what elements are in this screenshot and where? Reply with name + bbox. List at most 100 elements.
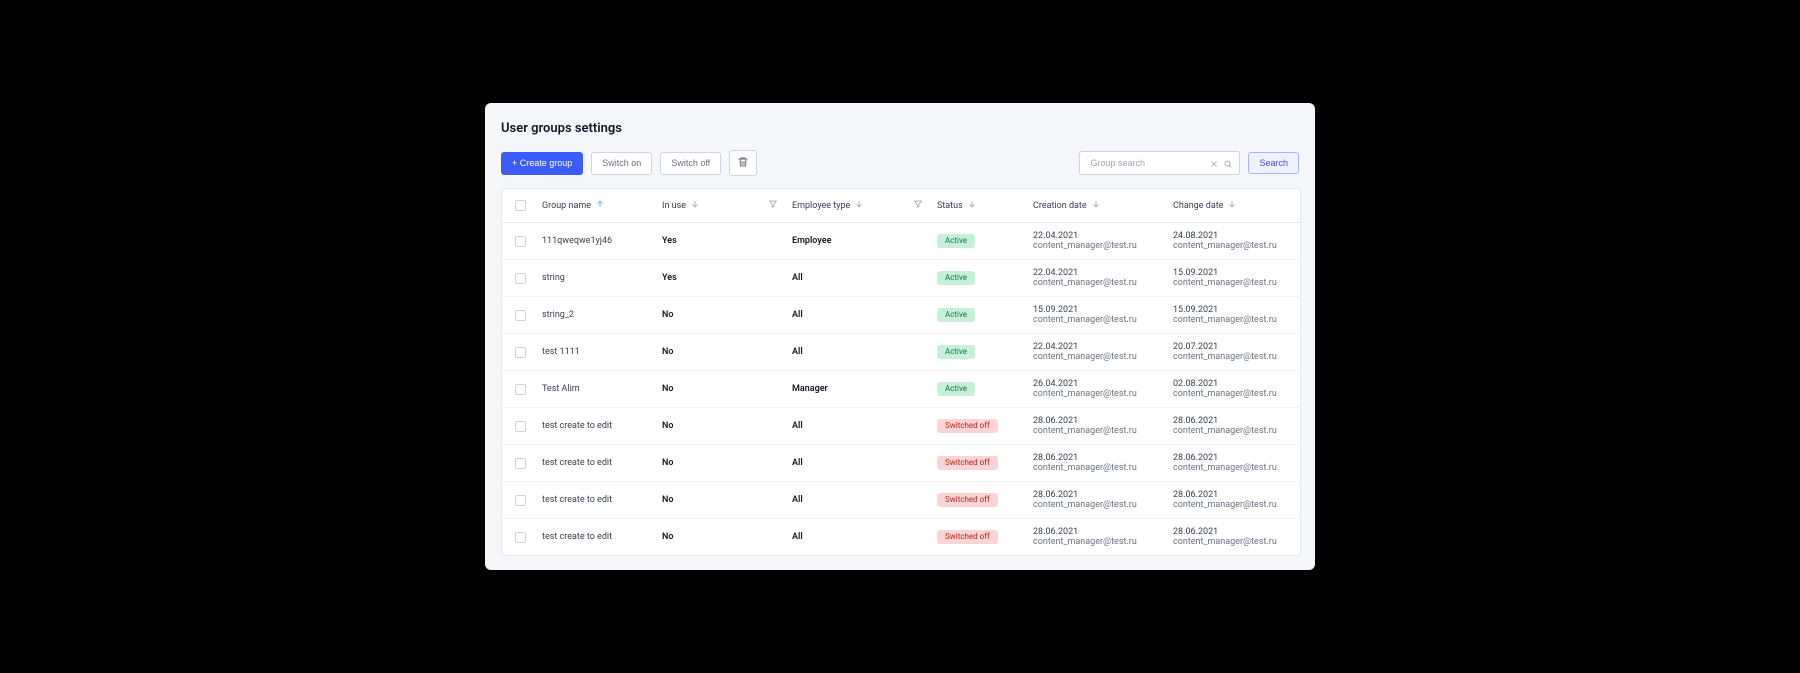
switch-on-button[interactable]: Switch on <box>591 152 652 175</box>
cell-employee-type: All <box>788 266 933 290</box>
cell-status: Switched off <box>933 412 1029 440</box>
search-input[interactable] <box>1088 157 1209 169</box>
sort-icon <box>1091 199 1101 212</box>
cell-group-name: test create to edit <box>538 451 658 475</box>
change-date-value: 02.08.2021 <box>1173 379 1295 389</box>
table-row[interactable]: 111qweqwe1yj46YesEmployeeActive22.04.202… <box>502 223 1300 260</box>
row-checkbox[interactable] <box>515 532 526 543</box>
table-row[interactable]: test create to editNoAllSwitched off28.0… <box>502 445 1300 482</box>
cell-employee-type: All <box>788 525 933 549</box>
cell-in-use: No <box>658 377 788 401</box>
cell-group-name: string <box>538 266 658 290</box>
table-row[interactable]: test create to editNoAllSwitched off28.0… <box>502 482 1300 519</box>
filter-icon[interactable] <box>768 199 778 212</box>
table-row[interactable]: test create to editNoAll Switched off 28.0… <box>502 519 1300 555</box>
search-button[interactable]: Search <box>1248 152 1299 174</box>
sort-icon <box>1227 199 1237 212</box>
creation-by-value: content_manager@test.ru <box>1033 315 1165 325</box>
creation-by-value: content_manager@test.ru <box>1033 278 1165 288</box>
cell-in-use: No <box>658 525 788 549</box>
col-employee-type[interactable]: Employee type <box>788 191 933 220</box>
col-label: Creation date <box>1033 201 1087 211</box>
cell-status: Active <box>933 375 1029 403</box>
table-row[interactable]: string_2NoAllActive15.09.2021content_man… <box>502 297 1300 334</box>
create-group-button[interactable]: + Create group <box>501 152 583 175</box>
cell-status: Active <box>933 264 1029 292</box>
row-checkbox[interactable] <box>515 384 526 395</box>
row-checkbox[interactable] <box>515 236 526 247</box>
table-row[interactable]: test create to editNoAllSwitched off28.0… <box>502 408 1300 445</box>
status-badge: Active <box>937 308 975 322</box>
col-group-name[interactable]: Group name <box>538 191 658 220</box>
search-field[interactable] <box>1079 151 1240 175</box>
cell-status: Active <box>933 338 1029 366</box>
table-row[interactable]: stringYesAllActive22.04.2021content_mana… <box>502 260 1300 297</box>
sort-asc-icon <box>595 199 605 212</box>
cell-in-use: No <box>658 414 788 438</box>
sort-icon <box>967 199 977 212</box>
cell-group-name: test create to edit <box>538 525 658 549</box>
status-badge: Switched off <box>937 530 998 544</box>
status-badge: Active <box>937 382 975 396</box>
cell-creation-date: 15.09.2021content_manager@test.ru <box>1029 298 1169 332</box>
cell-change-date: 28.06.2021content_manager@test.ru <box>1169 520 1299 554</box>
delete-button[interactable] <box>729 150 757 176</box>
creation-date-value: 22.04.2021 <box>1033 342 1165 352</box>
switch-off-button[interactable]: Switch off <box>660 152 721 175</box>
cell-status: Active <box>933 227 1029 255</box>
col-in-use[interactable]: In use <box>658 191 788 220</box>
change-date-value: 15.09.2021 <box>1173 268 1295 278</box>
sort-icon <box>854 199 864 212</box>
cell-group-name: test 1111 <box>538 340 658 364</box>
cell-creation-date: 22.04.2021content_manager@test.ru <box>1029 261 1169 295</box>
col-creation-date[interactable]: Creation date <box>1029 191 1169 220</box>
creation-by-value: content_manager@test.ru <box>1033 463 1165 473</box>
creation-date-value: 22.04.2021 <box>1033 231 1165 241</box>
col-change-date[interactable]: Change date <box>1169 191 1299 220</box>
status-badge: Active <box>937 271 975 285</box>
cell-group-name: string_2 <box>538 303 658 327</box>
cell-in-use: No <box>658 303 788 327</box>
row-checkbox[interactable] <box>515 310 526 321</box>
creation-by-value: content_manager@test.ru <box>1033 352 1165 362</box>
cell-status: Switched off <box>933 486 1029 514</box>
table-row[interactable]: test 1111NoAll Active 22.04.2021content_ma… <box>502 334 1300 371</box>
row-checkbox[interactable] <box>515 347 526 358</box>
creation-date-value: 28.06.2021 <box>1033 453 1165 463</box>
col-label: In use <box>662 201 686 211</box>
settings-panel: User groups settings + Create group Swit… <box>485 103 1315 570</box>
status-badge: Switched off <box>937 419 998 433</box>
trash-icon <box>737 156 749 170</box>
col-label: Employee type <box>792 201 850 211</box>
row-checkbox[interactable] <box>515 421 526 432</box>
cell-group-name: Test Alim <box>538 377 658 401</box>
table-row[interactable]: Test AlimNoManagerActive26.04.2021conten… <box>502 371 1300 408</box>
change-date-value: 28.06.2021 <box>1173 416 1295 426</box>
change-by-value: content_manager@test.ru <box>1173 278 1295 288</box>
row-checkbox[interactable] <box>515 273 526 284</box>
change-by-value: content_manager@test.ru <box>1173 500 1295 510</box>
creation-by-value: content_manager@test.ru <box>1033 537 1165 547</box>
cell-employee-type: All <box>788 340 933 364</box>
change-by-value: content_manager@test.ru <box>1173 241 1295 251</box>
status-badge: Active <box>937 234 975 248</box>
cell-change-date: 15.09.2021content_manager@test.ru <box>1169 298 1299 332</box>
cell-in-use: No <box>658 340 788 364</box>
cell-group-name: test create to edit <box>538 488 658 512</box>
creation-date-value: 28.06.2021 <box>1033 527 1165 537</box>
row-checkbox[interactable] <box>515 458 526 469</box>
cell-change-date: 28.06.2021content_manager@test.ru <box>1169 483 1299 517</box>
cell-creation-date: 22.04.2021content_manager@test.ru <box>1029 224 1169 258</box>
cell-status: Switched off <box>933 523 1029 551</box>
cell-employee-type: All <box>788 414 933 438</box>
row-checkbox[interactable] <box>515 495 526 506</box>
filter-icon[interactable] <box>913 199 923 212</box>
cell-creation-date: 28.06.2021content_manager@test.ru <box>1029 483 1169 517</box>
select-all-checkbox[interactable] <box>515 200 526 211</box>
clear-icon[interactable] <box>1209 154 1219 173</box>
status-badge: Switched off <box>937 456 998 470</box>
col-status[interactable]: Status <box>933 191 1029 220</box>
change-date-value: 28.06.2021 <box>1173 527 1295 537</box>
status-badge: Active <box>937 345 975 359</box>
cell-employee-type: All <box>788 488 933 512</box>
